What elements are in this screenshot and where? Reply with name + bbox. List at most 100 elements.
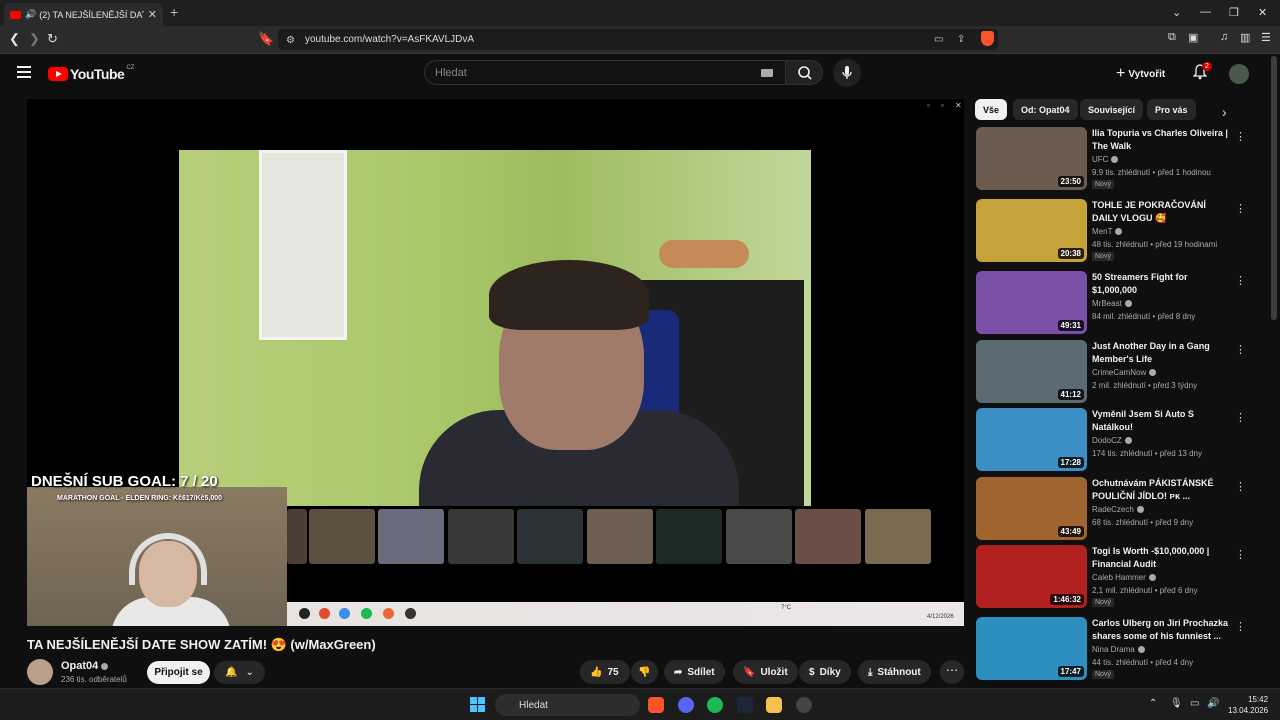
video-thumbnail[interactable]: 1:46:32 [976,545,1087,608]
more-actions-icon[interactable]: ⋯ [940,660,964,684]
recommendation-title[interactable]: Ilia Topuria vs Charles Oliveira | The W… [1092,127,1232,153]
browser-tab[interactable]: 🔊 (2) TA NEJŠÍLENĚJŠÍ DATE SHO ✕ [4,3,163,26]
recommendation-card[interactable]: 49:31 50 Streamers Fight for $1,000,000 Mr… [976,271,1246,335]
minimize-player-icon[interactable]: ▫ [927,101,930,110]
more-options-icon[interactable]: ⋮ [1235,202,1246,215]
search-input[interactable]: Hledat [424,60,786,85]
video-thumbnail[interactable]: 20:38 [976,199,1087,262]
audio-playing-icon[interactable]: 🔊 [25,9,36,20]
recommendation-card[interactable]: 23:50 Ilia Topuria vs Charles Oliveira | … [976,127,1246,191]
tray-volume-icon[interactable]: 🔊 [1207,698,1219,709]
channel-avatar[interactable] [27,659,53,685]
minimize-icon[interactable]: — [1200,6,1211,18]
recommendation-title[interactable]: Carlos Ulberg on Jiri Prochazka shares s… [1092,617,1232,643]
address-bar[interactable]: youtube.com/watch?v=AsFKAVLJDvA [278,29,998,50]
recommendation-channel[interactable]: Nina Drama [1092,645,1145,654]
video-thumbnail[interactable]: 17:28 [976,408,1087,471]
voice-search-button[interactable] [833,59,861,87]
tray-expand-icon[interactable]: ⌃ [1149,698,1157,709]
maximize-icon[interactable]: ❐ [1229,6,1239,19]
site-info-icon[interactable]: ⚙ [286,35,295,46]
recommendation-card[interactable]: 43:49 Ochutnávám PÁKISTÁNSKÉ POULIČNÍ JÍD… [976,477,1246,541]
tray-mic-icon[interactable]: 🎙 [1170,698,1183,709]
chip-all[interactable]: Vše [975,99,1008,120]
more-options-icon[interactable]: ⋮ [1235,620,1246,633]
dislike-button[interactable]: 👎 [631,660,658,684]
recommendation-channel[interactable]: UFC [1092,155,1119,164]
cast-icon[interactable]: ▭ [934,34,943,45]
video-thumbnail[interactable]: 23:50 [976,127,1087,190]
share-button[interactable]: ➦ Sdílet [664,660,725,684]
menu-icon[interactable]: ☰ [1261,31,1271,44]
recommendation-channel[interactable]: RadeCzech [1092,505,1144,514]
recommendation-channel[interactable]: Caleb Hammer [1092,573,1156,582]
thanks-button[interactable]: $ Díky [799,660,851,684]
windows-start-icon[interactable] [470,697,485,712]
recommendation-card[interactable]: 41:12 Just Another Day in a Gang Member's… [976,340,1246,404]
recommendation-card[interactable]: 17:28 Vyměnil Jsem Si Auto S Natálkou! Dod… [976,408,1246,472]
more-options-icon[interactable]: ⋮ [1235,480,1246,493]
recommendation-channel[interactable]: CrimeCamNow [1092,368,1157,377]
bookmark-icon[interactable]: 🔖 [258,31,274,47]
video-player[interactable]: 7°C 4/12/2026 DNEŠNÍ SUB GOAL: 7 / 20 MA… [27,99,964,626]
video-thumbnail[interactable]: 17:47 [976,617,1087,680]
download-button[interactable]: ⤓ Stáhnout [858,660,931,684]
wallet-icon[interactable]: ▣ [1188,31,1198,44]
forward-icon[interactable]: ❯ [29,31,40,47]
recommendation-channel[interactable]: DodoCZ [1092,436,1132,445]
video-thumbnail[interactable]: 41:12 [976,340,1087,403]
chip-from-channel[interactable]: Od: Opat04 [1013,99,1078,120]
recommendation-title[interactable]: Vyměnil Jsem Si Auto S Natálkou! [1092,408,1232,434]
recommendation-title[interactable]: TOHLE JE POKRAČOVÁNÍ DAILY VLOGU 🥰 [1092,199,1232,225]
subscription-bell-button[interactable]: 🔔 ⌄ [214,661,265,684]
more-options-icon[interactable]: ⋮ [1235,274,1246,287]
more-options-icon[interactable]: ⋮ [1235,411,1246,424]
chip-related[interactable]: Související [1080,99,1144,120]
tray-network-icon[interactable]: ▭ [1190,698,1199,709]
search-button[interactable] [785,60,823,85]
steam-app-icon[interactable] [737,697,753,713]
reload-icon[interactable]: ↻ [47,31,58,47]
file-explorer-icon[interactable] [766,697,782,713]
join-button[interactable]: Připojit se [147,661,210,684]
recommendation-title[interactable]: 50 Streamers Fight for $1,000,000 [1092,271,1232,297]
windows-search[interactable]: Hledat [495,694,640,716]
youtube-logo[interactable]: YouTube CZ [48,65,134,82]
recommendation-channel[interactable]: MrBeast [1092,299,1132,308]
obs-app-icon[interactable] [796,697,812,713]
video-thumbnail[interactable]: 43:49 [976,477,1087,540]
recommendation-card[interactable]: 17:47 Carlos Ulberg on Jiri Prochazka sha… [976,617,1246,681]
chips-next-icon[interactable]: › [1222,104,1227,120]
keyboard-icon[interactable] [761,69,773,77]
extensions-icon[interactable]: ⧉ [1168,31,1176,44]
more-options-icon[interactable]: ⋮ [1235,343,1246,356]
save-button[interactable]: 🔖 Uložit [733,660,798,684]
recommendation-title[interactable]: Ochutnávám PÁKISTÁNSKÉ POULIČNÍ JÍDLO! ᴘ… [1092,477,1232,503]
recommendation-title[interactable]: Togi Is Worth -$10,000,000 | Financial A… [1092,545,1232,571]
recommendation-card[interactable]: 20:38 TOHLE JE POKRAČOVÁNÍ DAILY VLOGU 🥰 M… [976,199,1246,263]
brave-app-icon[interactable] [648,697,664,713]
restore-player-icon[interactable]: ▫ [941,101,944,110]
tab-list-chevron-icon[interactable]: ⌄ [1172,6,1181,19]
more-options-icon[interactable]: ⋮ [1235,548,1246,561]
discord-app-icon[interactable] [678,697,694,713]
guide-menu-icon[interactable] [17,66,31,81]
recommendation-title[interactable]: Just Another Day in a Gang Member's Life [1092,340,1232,366]
close-window-icon[interactable]: ✕ [1258,6,1267,19]
account-avatar[interactable] [1229,64,1249,84]
media-icon[interactable]: ♫ [1220,31,1228,43]
create-button[interactable]: + Vytvořit [1116,65,1165,83]
recommendation-card[interactable]: 1:46:32 Togi Is Worth -$10,000,000 | Fina… [976,545,1246,609]
back-icon[interactable]: ❮ [9,31,20,47]
video-thumbnail[interactable]: 49:31 [976,271,1087,334]
chip-for-you[interactable]: Pro vás [1147,99,1196,120]
channel-name[interactable]: Opat04 [61,660,109,672]
sidebar-icon[interactable]: ▥ [1240,31,1250,44]
page-scrollbar[interactable] [1271,56,1277,320]
brave-shields-icon[interactable] [981,31,994,46]
share-icon[interactable]: ⇪ [957,34,965,45]
new-tab-icon[interactable]: + [170,4,178,20]
more-options-icon[interactable]: ⋮ [1235,130,1246,143]
recommendation-channel[interactable]: MenT [1092,227,1123,236]
close-tab-icon[interactable]: ✕ [148,8,157,21]
